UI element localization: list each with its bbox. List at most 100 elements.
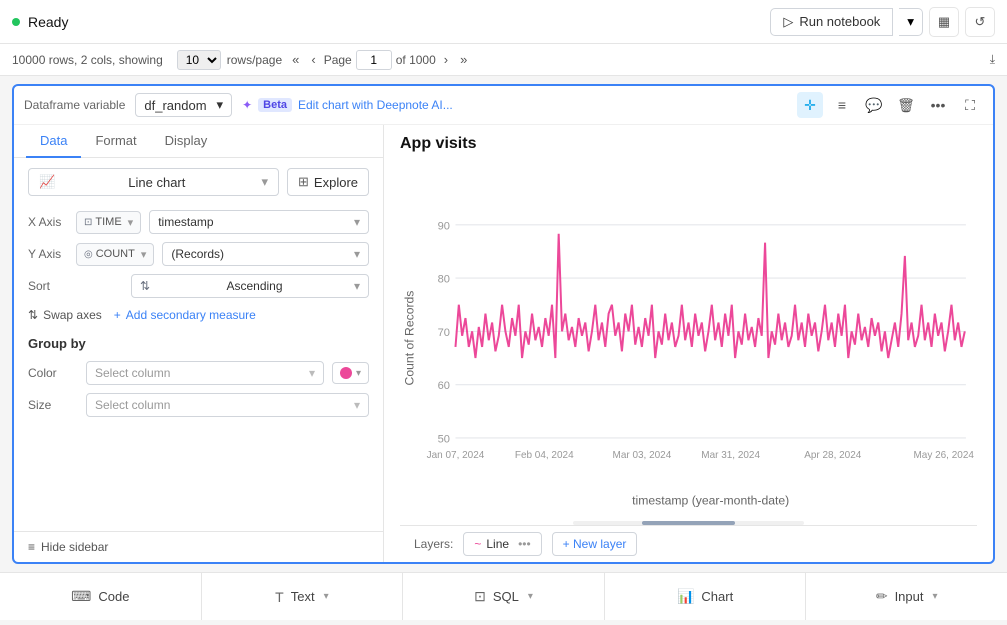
ai-edit-link[interactable]: Edit chart with Deepnote AI...	[298, 98, 453, 112]
x-axis-type-icon: ⊡	[84, 217, 92, 228]
x-axis-type-select[interactable]: ⊡ TIME ▾	[76, 211, 141, 234]
chart-type-row: 📈 Line chart ▾ ⊞ Explore	[28, 168, 369, 196]
hide-sidebar-button[interactable]: ≡ Hide sidebar	[14, 531, 383, 562]
delete-button[interactable]: 🗑	[893, 92, 919, 118]
y-axis-row: Y Axis ◎ COUNT ▾ (Records) ▾	[28, 242, 369, 266]
chart-type-icon: 📈	[39, 174, 55, 190]
svg-text:Count of Records: Count of Records	[402, 291, 416, 386]
main-panel: Dataframe variable df_random ▾ ✦ Beta Ed…	[12, 84, 995, 564]
chart-type-select[interactable]: 📈 Line chart ▾	[28, 168, 279, 196]
ai-edit-section: ✦ Beta Edit chart with Deepnote AI...	[242, 98, 453, 112]
explore-icon: ⊞	[298, 174, 309, 190]
code-label: Code	[98, 589, 129, 604]
beta-tag: Beta	[258, 98, 292, 112]
add-icon: +	[114, 308, 121, 322]
tab-display[interactable]: Display	[151, 125, 222, 158]
layer-more-icon: •••	[518, 537, 531, 551]
svg-text:Mar 03, 2024: Mar 03, 2024	[613, 450, 672, 461]
color-col-select[interactable]: Select column ▾	[86, 361, 324, 385]
swap-icon: ⇅	[28, 308, 38, 322]
y-axis-col-value: (Records)	[171, 247, 224, 261]
y-axis-col-chevron: ▾	[354, 247, 360, 261]
df-variable-label: Dataframe variable	[24, 98, 125, 112]
bottom-add-bar: ⌨ Code T Text ▾ ⊡ SQL ▾ 📊 Chart ✏ Input …	[0, 572, 1007, 620]
explore-button[interactable]: ⊞ Explore	[287, 168, 369, 196]
refresh-icon-btn[interactable]: ↺	[965, 7, 995, 37]
panel-toolbar-left: Dataframe variable df_random ▾ ✦ Beta Ed…	[24, 93, 453, 117]
sql-chevron-icon: ▾	[528, 591, 533, 602]
layer-line-button[interactable]: ~ Line •••	[463, 532, 541, 556]
chart-container: Count of Records 50 60 70 80	[400, 159, 977, 517]
line-chart-svg: Count of Records 50 60 70 80	[400, 159, 977, 517]
y-axis-col-select[interactable]: (Records) ▾	[162, 242, 369, 266]
chart-area: App visits Count of Records 50	[384, 125, 993, 562]
download-icon[interactable]: ⤓	[990, 52, 995, 67]
add-input-button[interactable]: ✏ Input ▾	[806, 573, 1007, 620]
x-axis-col-value: timestamp	[158, 215, 213, 229]
svg-text:Feb 04, 2024: Feb 04, 2024	[515, 450, 574, 461]
layer-line-icon: ~	[474, 537, 481, 551]
sql-label: SQL	[493, 589, 519, 604]
add-secondary-button[interactable]: + Add secondary measure	[114, 308, 256, 322]
swap-axes-button[interactable]: ⇅ Swap axes	[28, 308, 102, 322]
color-dot	[340, 367, 352, 379]
y-axis-type-icon: ◎	[84, 249, 93, 260]
size-label: Size	[28, 398, 78, 412]
rows-per-page-select[interactable]: 10 25 50	[177, 50, 221, 70]
rows-info: 10000 rows, 2 cols, showing	[12, 53, 163, 67]
df-variable-value: df_random	[144, 98, 206, 113]
page-nav: « ‹ Page of 1000 › »	[288, 50, 471, 70]
page-total: of 1000	[396, 53, 436, 67]
cursor-tool-button[interactable]: ✛	[797, 92, 823, 118]
add-chart-button[interactable]: 📊 Chart	[605, 573, 807, 620]
sort-chevron: ▾	[354, 279, 360, 293]
page-label: Page	[324, 53, 352, 67]
toolbar-right: ▷ Run notebook ▾ ▦ ↺	[770, 7, 995, 37]
layer-line-label: Line	[486, 537, 509, 551]
sort-select[interactable]: ⇅ Ascending ▾	[131, 274, 369, 298]
input-label: Input	[895, 589, 924, 604]
next-page-button[interactable]: ›	[440, 51, 452, 68]
list-view-button[interactable]: ≡	[829, 92, 855, 118]
run-notebook-button[interactable]: ▷ Run notebook	[770, 8, 893, 36]
chevron-down-icon: ▾	[907, 14, 914, 30]
svg-text:80: 80	[438, 274, 450, 286]
expand-button[interactable]: ⛶	[957, 92, 983, 118]
tab-data[interactable]: Data	[26, 125, 81, 158]
new-layer-label: + New layer	[563, 537, 627, 551]
calendar-icon-btn[interactable]: ▦	[929, 7, 959, 37]
run-chevron-button[interactable]: ▾	[899, 8, 923, 36]
y-axis-type-select[interactable]: ◎ COUNT ▾	[76, 243, 154, 266]
comment-button[interactable]: 💬	[861, 92, 887, 118]
panel-body: Data Format Display 📈 Line chart ▾ ⊞ Exp…	[14, 125, 993, 562]
swap-label: Swap axes	[43, 308, 102, 322]
run-btn-label: Run notebook	[799, 14, 880, 29]
refresh-icon: ↺	[975, 14, 986, 30]
svg-text:70: 70	[438, 327, 450, 339]
prev-page-button[interactable]: ‹	[307, 51, 319, 68]
sidebar-content: 📈 Line chart ▾ ⊞ Explore X Axis ⊡ TIME	[14, 158, 383, 531]
top-bar: Ready ▷ Run notebook ▾ ▦ ↺	[0, 0, 1007, 44]
last-page-button[interactable]: »	[456, 51, 471, 68]
actions-row: ⇅ Swap axes + Add secondary measure	[28, 308, 369, 322]
chart-type-chevron: ▾	[261, 174, 268, 190]
x-axis-col-select[interactable]: timestamp ▾	[149, 210, 369, 234]
y-axis-type-chevron: ▾	[141, 248, 147, 261]
hide-sidebar-icon: ≡	[28, 540, 35, 554]
add-sql-button[interactable]: ⊡ SQL ▾	[403, 573, 605, 620]
sort-row: Sort ⇅ Ascending ▾	[28, 274, 369, 298]
more-options-button[interactable]: •••	[925, 92, 951, 118]
new-layer-button[interactable]: + New layer	[552, 532, 638, 556]
color-swatch[interactable]: ▾	[332, 362, 369, 384]
tab-format[interactable]: Format	[81, 125, 150, 158]
chart-title: App visits	[400, 135, 977, 153]
page-number-input[interactable]	[356, 50, 392, 70]
df-variable-select[interactable]: df_random ▾	[135, 93, 232, 117]
size-col-select[interactable]: Select column ▾	[86, 393, 369, 417]
add-code-button[interactable]: ⌨ Code	[0, 573, 202, 620]
first-page-button[interactable]: «	[288, 51, 303, 68]
panel-toolbar: Dataframe variable df_random ▾ ✦ Beta Ed…	[14, 86, 993, 125]
add-text-button[interactable]: T Text ▾	[202, 573, 404, 620]
code-icon: ⌨	[71, 588, 91, 605]
color-col-chevron: ▾	[309, 366, 315, 380]
